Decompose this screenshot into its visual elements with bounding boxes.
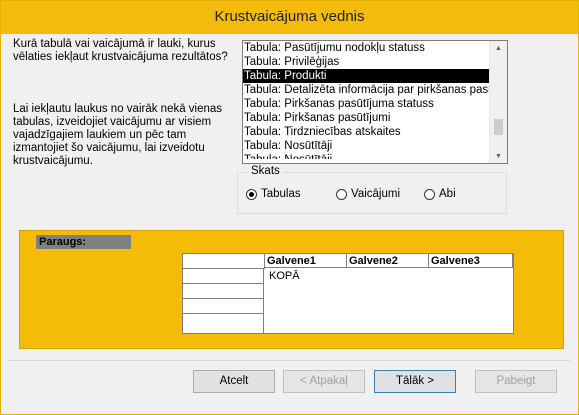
- list-item[interactable]: Tabula: Pirkšanas pasūtījuma statuss: [243, 97, 490, 111]
- list-item[interactable]: Tabula: Nosūtītāji: [243, 153, 490, 159]
- view-groupbox: Skats Tabulas Vaicājumi Abi: [237, 165, 507, 214]
- instruction-hint: Lai iekļautu laukus no vairāk nekā viena…: [13, 103, 223, 167]
- grid-row-header-cell: [183, 284, 264, 299]
- radio-checked-icon: [246, 188, 257, 200]
- table-list-items: Tabula: Pasūtījumu nodokļu statuss Tabul…: [243, 41, 490, 159]
- scroll-up-arrow-icon[interactable]: ▲: [490, 41, 507, 55]
- finish-button[interactable]: Pabeigt: [475, 370, 557, 393]
- grid-header: Galvene1: [265, 254, 347, 268]
- radio-queries[interactable]: Vaicājumi: [336, 188, 400, 200]
- list-item[interactable]: Tabula: Nosūtītāji: [243, 139, 490, 153]
- table-listbox[interactable]: Tabula: Pasūtījumu nodokļu statuss Tabul…: [242, 40, 508, 164]
- radio-tables[interactable]: Tabulas: [246, 188, 301, 200]
- scroll-down-arrow-icon[interactable]: ▼: [490, 149, 507, 163]
- grid-row-header-cell: [183, 269, 264, 284]
- radio-unchecked-icon: [336, 188, 347, 200]
- grid-row-header-cell: [183, 314, 264, 333]
- grid-header: Galvene2: [347, 254, 429, 268]
- list-item-selected[interactable]: Tabula: Produkti: [243, 69, 490, 83]
- window-title: Krustvaicājuma vednis: [214, 8, 365, 25]
- wizard-window: Krustvaicājuma vednis Kurā tabulā vai va…: [0, 0, 579, 415]
- list-item[interactable]: Tabula: Tirdzniecības atskaites: [243, 125, 490, 139]
- list-scrollbar[interactable]: ▲ ▼: [489, 41, 507, 163]
- list-item[interactable]: Tabula: Pasūtījumu nodokļu statuss: [243, 41, 490, 55]
- view-group-label: Skats: [248, 165, 283, 177]
- list-item[interactable]: Tabula: Pirkšanas pasūtījumi: [243, 111, 490, 125]
- grid-header: Galvene3: [429, 254, 513, 268]
- back-button[interactable]: < Atpakaļ: [283, 370, 365, 393]
- grid-total-cell: KOPĀ: [269, 270, 300, 282]
- scrollbar-thumb[interactable]: [494, 119, 503, 135]
- grid-corner-cell: [183, 254, 265, 269]
- sample-grid: Galvene1 Galvene2 Galvene3 KOPĀ: [182, 253, 514, 334]
- radio-both[interactable]: Abi: [424, 188, 456, 200]
- preview-label: Paraugs:: [36, 235, 131, 249]
- list-item[interactable]: Tabula: Privilēģijas: [243, 55, 490, 69]
- radio-tables-label: Tabulas: [261, 188, 301, 200]
- instruction-question: Kurā tabulā vai vaicājumā ir lauki, kuru…: [13, 38, 228, 63]
- list-item[interactable]: Tabula: Detalizēta informācija par pirkš…: [243, 83, 490, 97]
- grid-row-header-cell: [183, 299, 264, 314]
- sample-preview-panel: Paraugs: Galvene1 Galvene2 Galvene3 KOPĀ: [19, 230, 564, 349]
- cancel-button[interactable]: Atcelt: [193, 370, 275, 393]
- next-button[interactable]: Tālāk >: [374, 370, 456, 393]
- radio-queries-label: Vaicājumi: [351, 188, 400, 200]
- button-separator: [9, 360, 570, 361]
- radio-unchecked-icon: [424, 188, 435, 200]
- radio-both-label: Abi: [439, 188, 456, 200]
- title-bar: Krustvaicājuma vednis: [1, 1, 578, 34]
- wizard-body: Kurā tabulā vai vaicājumā ir lauki, kuru…: [9, 34, 570, 406]
